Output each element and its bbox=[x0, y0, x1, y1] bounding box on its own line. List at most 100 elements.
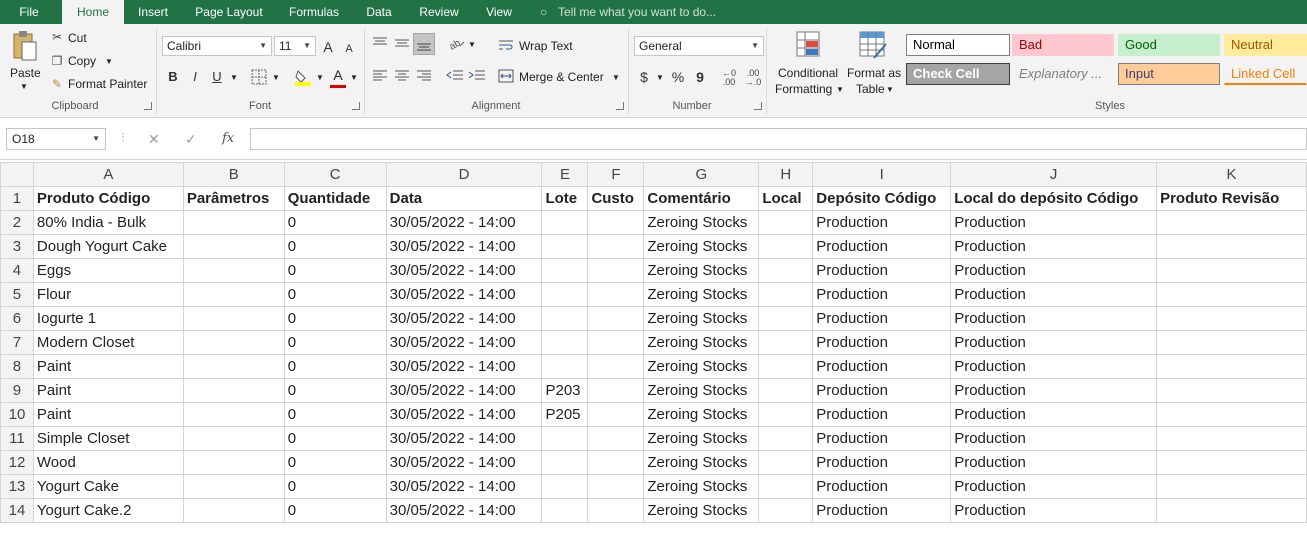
increase-decimal-icon[interactable]: ←0.00 bbox=[720, 69, 738, 87]
style-good[interactable]: Good bbox=[1118, 34, 1220, 56]
format-painter-button[interactable]: Format Painter bbox=[68, 77, 147, 91]
cell-h1[interactable]: Local bbox=[758, 186, 814, 211]
cell-j9[interactable]: Production bbox=[950, 378, 1158, 403]
cell-h13[interactable] bbox=[758, 474, 814, 499]
cell-i11[interactable]: Production bbox=[812, 426, 952, 451]
cell-k3[interactable] bbox=[1156, 234, 1307, 259]
cell-k6[interactable] bbox=[1156, 306, 1307, 331]
cell-k14[interactable] bbox=[1156, 498, 1307, 523]
cell-a3[interactable]: Dough Yogurt Cake bbox=[32, 234, 184, 259]
paste-button[interactable]: Paste bbox=[10, 66, 41, 80]
row-header[interactable]: 4 bbox=[0, 258, 34, 283]
cell-a14[interactable]: Yogurt Cake.2 bbox=[32, 498, 184, 523]
borders-dropdown-icon[interactable]: ▼ bbox=[272, 73, 280, 82]
cell-j5[interactable]: Production bbox=[950, 282, 1158, 307]
cell-e1[interactable]: Lote bbox=[541, 186, 589, 211]
row-header[interactable]: 5 bbox=[0, 282, 34, 307]
cell-c7[interactable]: 0 bbox=[283, 330, 387, 355]
cell-c13[interactable]: 0 bbox=[283, 474, 387, 499]
clipboard-launcher-icon[interactable] bbox=[144, 102, 152, 110]
cell-k11[interactable] bbox=[1156, 426, 1307, 451]
cell-e3[interactable] bbox=[541, 234, 589, 259]
cut-button[interactable]: Cut bbox=[68, 31, 87, 45]
cell-h8[interactable] bbox=[758, 354, 814, 379]
cell-a11[interactable]: Simple Closet bbox=[32, 426, 184, 451]
cell-c2[interactable]: 0 bbox=[283, 210, 387, 235]
cell-e11[interactable] bbox=[541, 426, 589, 451]
row-header[interactable]: 6 bbox=[0, 306, 34, 331]
style-linked-cell[interactable]: Linked Cell bbox=[1224, 63, 1307, 85]
column-header-j[interactable]: J bbox=[950, 162, 1158, 187]
cell-f3[interactable] bbox=[587, 234, 645, 259]
style-input[interactable]: Input bbox=[1118, 63, 1220, 85]
column-header-a[interactable]: A bbox=[32, 162, 184, 187]
cell-k4[interactable] bbox=[1156, 258, 1307, 283]
style-neutral[interactable]: Neutral bbox=[1224, 34, 1307, 56]
cell-a12[interactable]: Wood bbox=[32, 450, 184, 475]
cell-g6[interactable]: Zeroing Stocks bbox=[643, 306, 760, 331]
cell-i8[interactable]: Production bbox=[812, 354, 952, 379]
cell-j12[interactable]: Production bbox=[950, 450, 1158, 475]
cell-b8[interactable] bbox=[182, 354, 285, 379]
cell-c6[interactable]: 0 bbox=[283, 306, 387, 331]
cell-j4[interactable]: Production bbox=[950, 258, 1158, 283]
tab-page-layout[interactable]: Page Layout bbox=[186, 0, 272, 24]
row-header[interactable]: 13 bbox=[0, 474, 34, 499]
cell-g7[interactable]: Zeroing Stocks bbox=[643, 330, 760, 355]
cell-i4[interactable]: Production bbox=[812, 258, 952, 283]
font-launcher-icon[interactable] bbox=[352, 102, 360, 110]
cell-a1[interactable]: Produto Código bbox=[32, 186, 184, 211]
cell-e7[interactable] bbox=[541, 330, 589, 355]
cell-d2[interactable]: 30/05/2022 - 14:00 bbox=[385, 210, 543, 235]
column-header-g[interactable]: G bbox=[643, 162, 760, 187]
column-header-h[interactable]: H bbox=[758, 162, 814, 187]
cell-c14[interactable]: 0 bbox=[283, 498, 387, 523]
cell-c5[interactable]: 0 bbox=[283, 282, 387, 307]
cell-e14[interactable] bbox=[541, 498, 589, 523]
insert-function-icon[interactable]: fx bbox=[222, 131, 234, 146]
cell-c1[interactable]: Quantidade bbox=[283, 186, 387, 211]
cell-j13[interactable]: Production bbox=[950, 474, 1158, 499]
row-header[interactable]: 7 bbox=[0, 330, 34, 355]
cell-h14[interactable] bbox=[758, 498, 814, 523]
cell-g12[interactable]: Zeroing Stocks bbox=[643, 450, 760, 475]
row-header[interactable]: 8 bbox=[0, 354, 34, 379]
cell-h7[interactable] bbox=[758, 330, 814, 355]
cell-f4[interactable] bbox=[587, 258, 645, 283]
row-header[interactable]: 1 bbox=[0, 186, 34, 211]
cell-e5[interactable] bbox=[541, 282, 589, 307]
cell-j14[interactable]: Production bbox=[950, 498, 1158, 523]
cell-c4[interactable]: 0 bbox=[283, 258, 387, 283]
cell-b7[interactable] bbox=[182, 330, 285, 355]
cell-b9[interactable] bbox=[182, 378, 285, 403]
row-header[interactable]: 11 bbox=[0, 426, 34, 451]
row-header[interactable]: 10 bbox=[0, 402, 34, 427]
drag-handle-icon[interactable]: ⋮ bbox=[118, 132, 128, 143]
shrink-font-button[interactable]: A bbox=[342, 38, 356, 60]
tab-formulas[interactable]: Formulas bbox=[280, 0, 348, 24]
row-header[interactable]: 9 bbox=[0, 378, 34, 403]
cell-c10[interactable]: 0 bbox=[283, 402, 387, 427]
column-header-c[interactable]: C bbox=[283, 162, 387, 187]
cell-k10[interactable] bbox=[1156, 402, 1307, 427]
cell-e8[interactable] bbox=[541, 354, 589, 379]
cell-i6[interactable]: Production bbox=[812, 306, 952, 331]
cell-d13[interactable]: 30/05/2022 - 14:00 bbox=[385, 474, 543, 499]
cell-d11[interactable]: 30/05/2022 - 14:00 bbox=[385, 426, 543, 451]
cell-b3[interactable] bbox=[182, 234, 285, 259]
cell-h3[interactable] bbox=[758, 234, 814, 259]
cell-c11[interactable]: 0 bbox=[283, 426, 387, 451]
cell-k7[interactable] bbox=[1156, 330, 1307, 355]
number-format-select[interactable]: General ▼ bbox=[634, 36, 764, 56]
cell-j7[interactable]: Production bbox=[950, 330, 1158, 355]
cell-b13[interactable] bbox=[182, 474, 285, 499]
cell-g3[interactable]: Zeroing Stocks bbox=[643, 234, 760, 259]
font-color-button[interactable]: A bbox=[330, 64, 346, 86]
align-center-icon[interactable] bbox=[394, 68, 410, 84]
tab-file[interactable]: File bbox=[0, 0, 58, 24]
underline-button[interactable]: U bbox=[208, 66, 226, 88]
merge-dropdown-icon[interactable]: ▼ bbox=[612, 73, 620, 82]
align-bottom-icon[interactable] bbox=[413, 33, 435, 55]
cell-a4[interactable]: Eggs bbox=[32, 258, 184, 283]
cell-d8[interactable]: 30/05/2022 - 14:00 bbox=[385, 354, 543, 379]
